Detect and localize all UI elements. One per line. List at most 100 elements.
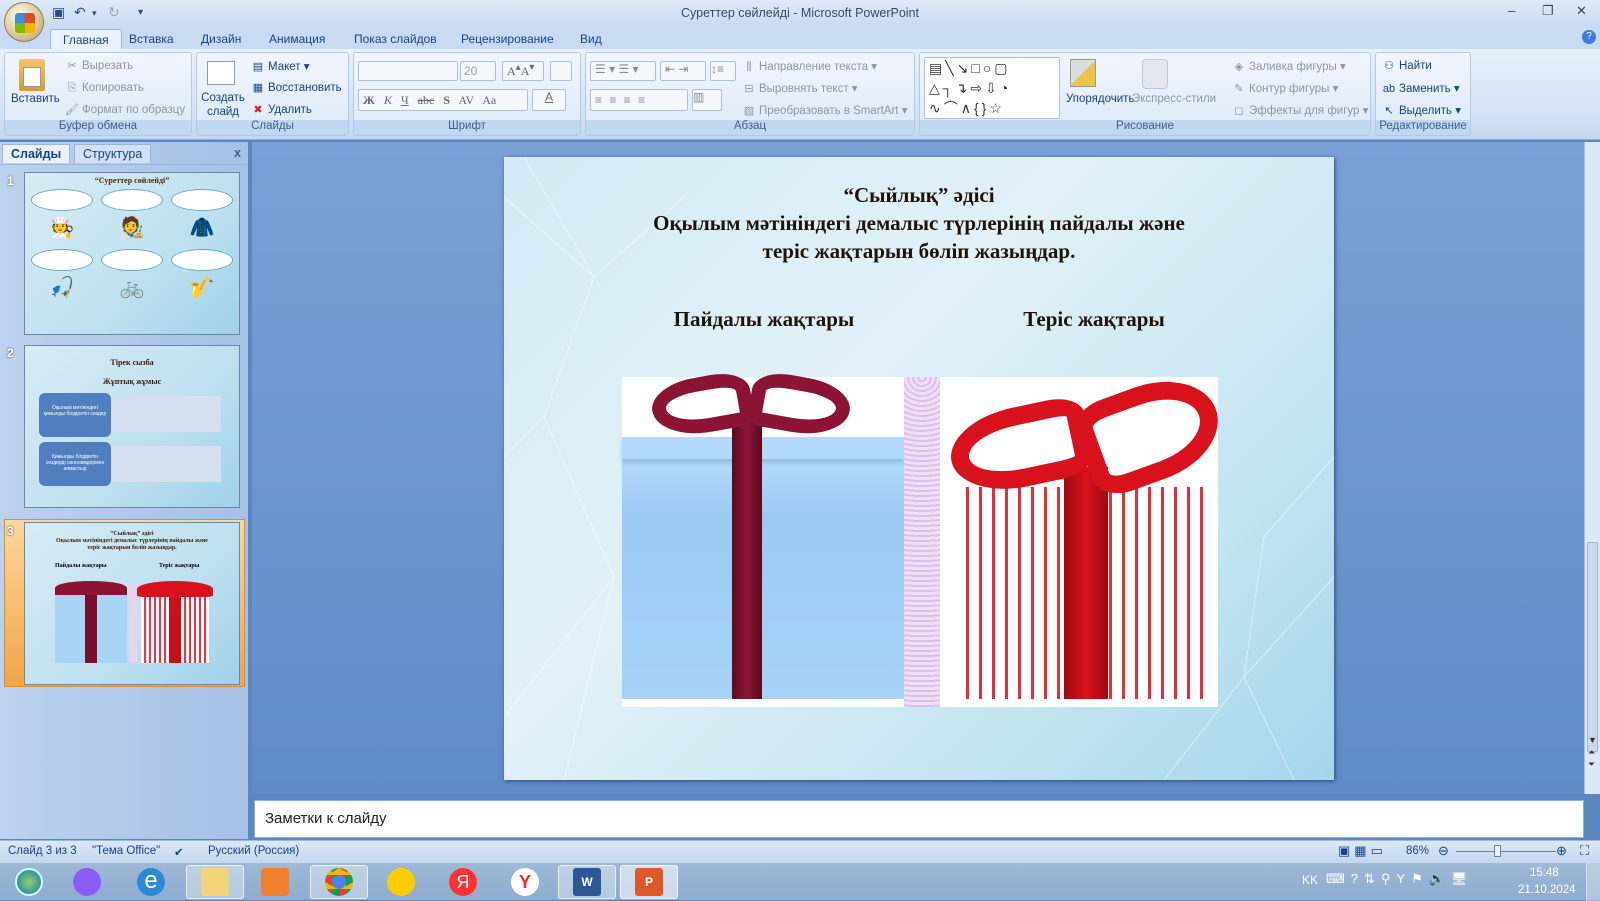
undo-dropdown-icon[interactable]: ▾ [92,8,97,19]
close-button[interactable]: ✕ [1576,3,1587,19]
notes-pane[interactable]: Заметки к слайду [254,800,1584,838]
reset-button[interactable]: ▦ Восстановить [251,81,342,95]
shapes-gallery[interactable]: ▤╲↘□○▢ △┐↴⇨⇩◔ ∿⌒∧{}☆ [924,57,1060,119]
zoom-slider[interactable] [1456,851,1556,852]
redo-icon[interactable]: ↻ [108,4,120,21]
close-panel-button[interactable]: x [226,144,249,163]
bold-button[interactable]: Ж [363,93,375,107]
new-slide-button[interactable]: Создать слайд [199,91,247,119]
slide-title[interactable]: “Сыйлық” әдісі [504,183,1334,208]
zoom-slider-thumb[interactable] [1494,845,1502,857]
right-heading[interactable]: Теріс жақтары [934,307,1254,332]
align-buttons[interactable]: ≡ ≡ ≡ ≡ [590,89,688,111]
taskbar-yandex[interactable]: Я [434,865,492,899]
gift-picture[interactable] [622,363,1233,707]
shape-fill-button[interactable]: ◈ Заливка фигуры ▾ [1232,59,1346,74]
zoom-level[interactable]: 86% [1406,845,1429,857]
align-text-button[interactable]: ⊟ Выровнять текст ▾ [742,81,857,96]
font-name-input[interactable] [358,61,458,81]
zoom-in-button[interactable]: ⊕ [1556,843,1567,859]
undo-icon[interactable]: ↶ [74,4,86,21]
fit-to-window-button[interactable]: ⛶ [1580,843,1589,859]
taskbar-chrome[interactable] [310,865,368,899]
tab-outline[interactable]: Структура [74,144,152,163]
theme-name[interactable]: "Тема Office" [92,845,160,857]
slide-thumbnail-3[interactable]: “Сыйлық” әдісі Оқылым мәтініндегі демалыс… [24,522,240,685]
clock-time[interactable]: 15:48 [1530,867,1559,879]
spellcheck-icon[interactable]: ✔ [174,845,184,859]
sorter-view-icon[interactable]: ▦ [1354,843,1370,858]
clock-date[interactable]: 21.10.2024 [1518,884,1576,896]
slide-instruction-line[interactable]: Оқылым мәтініндегі демалыс түрлерінің па… [504,211,1334,236]
tab-slideshow[interactable]: Показ слайдов [342,29,449,49]
font-color-button[interactable]: A [532,89,566,111]
zoom-out-button[interactable]: ⊖ [1438,843,1449,859]
tab-design[interactable]: Дизайн [189,29,253,49]
taskbar-word[interactable]: W [558,865,616,899]
italic-button[interactable]: К [384,93,392,107]
underline-button[interactable]: Ч [401,93,409,107]
shape-outline-button[interactable]: ✎ Контур фигуры ▾ [1232,81,1338,96]
layout-button[interactable]: ▤ Макет ▾ [251,59,310,74]
show-desktop-button[interactable] [1586,863,1600,901]
customize-qat-button[interactable]: ▾ [138,7,143,18]
prev-next-slide-buttons[interactable]: ▼ ⏶ ⏷ [1588,734,1597,770]
taskbar-media-player[interactable] [246,865,304,899]
tab-review[interactable]: Рецензирование [449,29,566,49]
list-buttons[interactable]: ☰ ▾ ☰ ▾ [590,61,656,81]
slide-instruction-line[interactable]: теріс жақтарын бөліп жазыңдар. [504,239,1334,264]
vertical-scrollbar[interactable]: ▼ ⏶ ⏷ [1584,142,1600,794]
line-spacing-button[interactable]: ↕≡ [710,61,736,81]
save-icon[interactable]: ▣ [52,4,65,21]
shape-effects-button[interactable]: ◻ Эффекты для фигур ▾ [1232,103,1368,118]
taskbar-file-explorer[interactable] [186,865,244,899]
taskbar-powerpoint[interactable]: P [620,865,678,899]
slide-thumbnail-1[interactable]: “Суреттер сөйлейді” 🧑‍🍳 🧑‍🎨 🧥 🎣 🚲 🎷 [24,172,240,335]
text-direction-button[interactable]: ⫼ Направление текста ▾ [742,59,877,74]
paste-button[interactable]: Вставить [11,93,60,105]
taskbar-alice[interactable] [58,865,116,899]
copy-button[interactable]: ⎘ Копировать [65,81,144,95]
slideshow-view-icon[interactable]: ▭ [1371,843,1387,858]
find-button[interactable]: ⚇ Найти [1382,59,1432,73]
replace-button[interactable]: ab Заменить ▾ [1382,81,1460,96]
maximize-button[interactable]: ❐ [1542,3,1554,19]
tab-insert[interactable]: Вставка [117,29,186,49]
case-button[interactable]: Aa [482,93,496,107]
indent-buttons[interactable]: ⇤ ⇥ [660,61,706,81]
clear-format-icon[interactable] [550,61,572,81]
format-painter-button[interactable]: 🖌 Формат по образцу [65,103,185,117]
tab-animation[interactable]: Анимация [257,29,337,49]
tab-home[interactable]: Главная [50,29,122,49]
minimize-button[interactable]: – [1508,3,1515,18]
delete-slide-button[interactable]: ✖ Удалить [251,103,312,117]
shadow-button[interactable]: S [443,93,450,107]
cut-button[interactable]: ✂ Вырезать [65,59,133,73]
arrange-button[interactable]: Упорядочить [1066,93,1134,105]
smartart-button[interactable]: ▧ Преобразовать в SmartArt ▾ [742,103,908,118]
normal-view-icon[interactable]: ▣ [1338,843,1354,858]
slide-canvas[interactable]: “Сыйлық” әдісі Оқылым мәтініндегі демалы… [504,157,1334,780]
scrollbar-thumb[interactable] [1587,542,1598,752]
slide-thumbnail-2[interactable]: Тірек сызба Жұптық жұмыс Оқылым мәтінінд… [24,345,240,508]
columns-button[interactable]: ▥ [692,89,722,111]
spacing-button[interactable]: AV [458,93,474,107]
start-button[interactable] [0,865,58,899]
tab-view[interactable]: Вид [568,29,614,49]
office-button[interactable] [4,2,44,42]
select-button[interactable]: ↖ Выделить ▾ [1382,103,1461,118]
keyboard-language[interactable]: KK [1302,873,1318,887]
view-buttons[interactable]: ▣▦▭ [1338,843,1387,859]
strikethrough-button[interactable]: abc [418,93,435,107]
font-size-input[interactable]: 20 [460,61,496,81]
grow-shrink-font-buttons[interactable]: A▴A▾ [502,61,544,81]
language-indicator[interactable]: Русский (Россия) [208,845,299,857]
tray-icons[interactable]: ⌨?⇅⚲Y⚑🔈🖥 [1326,871,1473,887]
taskbar-internet-explorer[interactable]: e [122,865,180,899]
font-format-buttons[interactable]: Ж К Ч abc S AV Aa [358,89,528,111]
quick-styles-button[interactable]: Экспресс-стили [1132,93,1216,105]
tab-slides[interactable]: Слайды [2,144,71,163]
taskbar-yandex-browser[interactable]: Y [496,865,554,899]
help-icon[interactable]: ? [1582,30,1596,44]
taskbar-yandex-music[interactable] [372,865,430,899]
